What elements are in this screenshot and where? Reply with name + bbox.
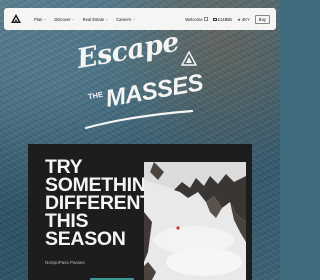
chevron-down-icon: ⌄: [132, 17, 135, 21]
nav-item-discover[interactable]: Discover ⌄: [54, 17, 74, 22]
nav-item-real-estate[interactable]: Real Estate ⌄: [83, 17, 109, 22]
promo-headline: TRY SOMETHING DIFFERENT THIS SEASON: [45, 156, 161, 250]
buy-button[interactable]: Buy: [254, 14, 270, 24]
points-balance[interactable]: ★ 4KY: [237, 17, 250, 22]
star-icon: ★: [237, 16, 241, 22]
hero-logotype: Escape THE MASSES: [60, 27, 220, 135]
hero-underline-swoosh: [84, 109, 194, 135]
account-menu[interactable]: Welcome: [185, 16, 208, 22]
wallet-amount: £14BBs: [217, 16, 233, 22]
hero-the-word: THE: [87, 89, 104, 102]
nav-item-label: Real Estate: [82, 16, 105, 22]
promo-card[interactable]: TRY SOMETHING DIFFERENT THIS SEASON NoSp…: [28, 144, 252, 280]
user-icon: [203, 17, 208, 21]
mountain-badge-icon: [180, 50, 198, 72]
chevron-down-icon: ⌄: [43, 17, 47, 21]
nav-item-label: Plan: [34, 16, 43, 22]
welcome-label: Welcome: [185, 16, 203, 22]
nav-item-plan[interactable]: Plan ⌄: [34, 17, 46, 22]
brand-logo-icon[interactable]: [10, 13, 22, 25]
skier-snow-photo: [144, 162, 246, 280]
nav-item-label: Discover: [54, 16, 71, 22]
nav-item-label: Careers: [116, 16, 132, 22]
nav-item-careers[interactable]: Careers ⌄: [116, 17, 135, 22]
points-amount: 4KY: [241, 16, 250, 22]
wallet-balance[interactable]: £14BBs: [212, 16, 233, 22]
top-navigation-bar: Plan ⌄ Discover ⌄ Real Estate ⌄ Careers …: [4, 8, 276, 30]
chevron-down-icon: ⌄: [105, 17, 109, 21]
hero-masses-word: MASSES: [103, 69, 206, 113]
main-menu: Plan ⌄ Discover ⌄ Real Estate ⌄ Careers …: [34, 17, 185, 22]
account-area: Welcome £14BBs ★ 4KY Buy: [185, 14, 270, 24]
chevron-down-icon: ⌄: [71, 17, 75, 21]
wallet-icon: [212, 17, 217, 21]
promo-subline: NoSpoPass Passes: [45, 260, 85, 265]
promo-card-text: TRY SOMETHING DIFFERENT THIS SEASON NoSp…: [28, 144, 161, 280]
